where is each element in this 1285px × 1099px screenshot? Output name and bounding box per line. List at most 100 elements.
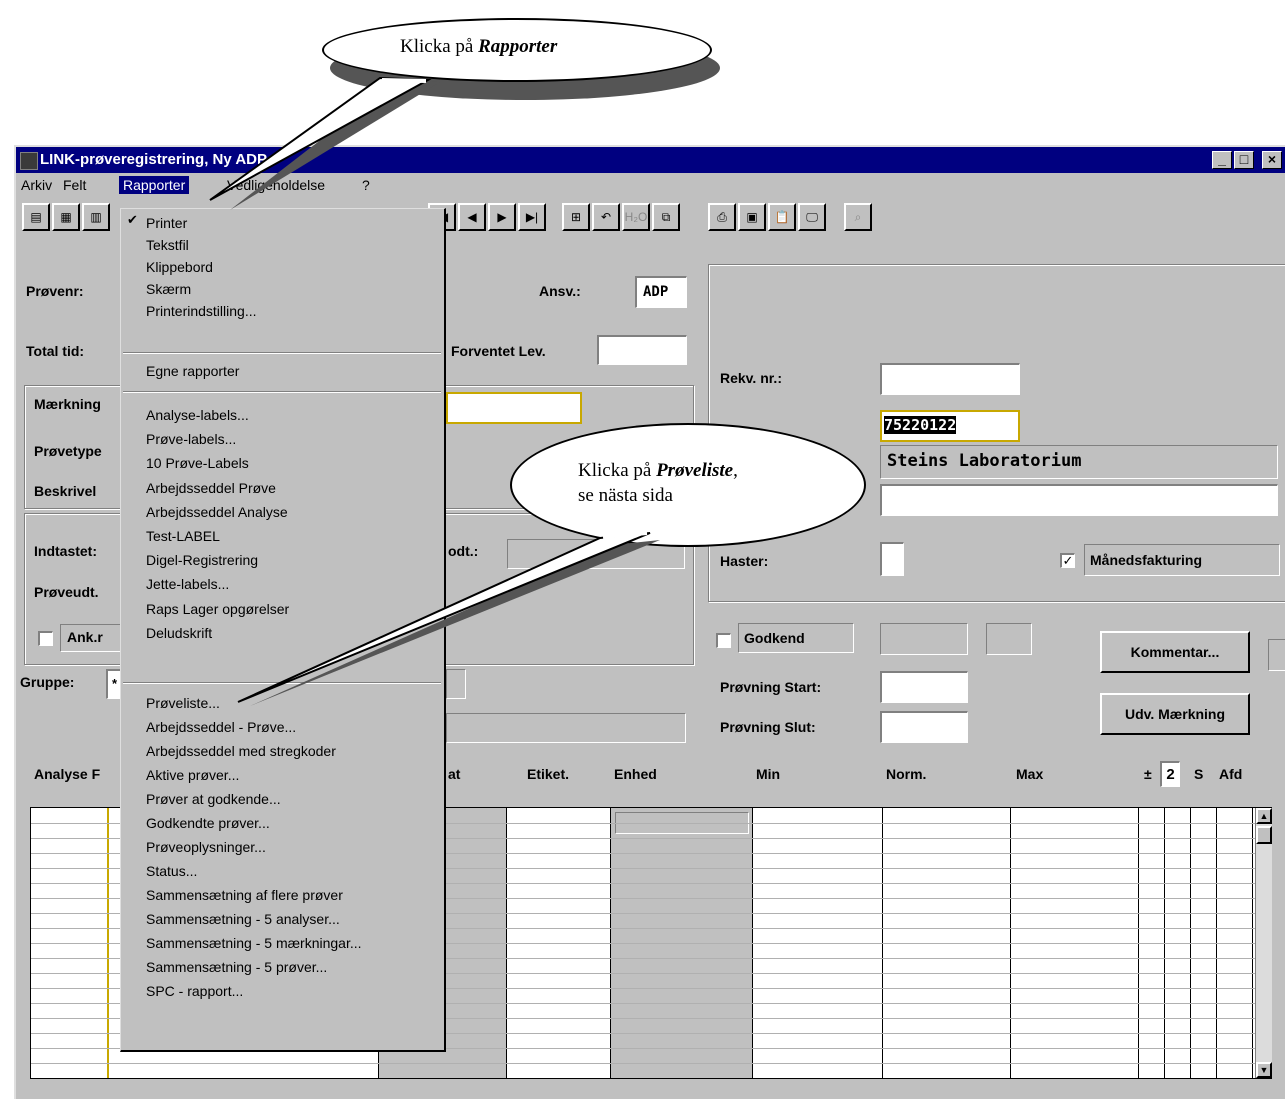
manedsfakturing-checkbox[interactable]: ✓ (1060, 553, 1075, 568)
ansv-label: Ansv.: (539, 283, 581, 299)
menu-separator (123, 352, 441, 354)
scroll-up-icon[interactable]: ▲ (1256, 808, 1272, 824)
save-icon[interactable]: ▣ (738, 203, 766, 231)
menu-item-group2-0[interactable]: Egne rapporter (146, 361, 239, 381)
menu-item-group3-8[interactable]: Raps Lager opgørelser (146, 599, 289, 619)
ansv-field[interactable]: ADP (635, 276, 687, 308)
menu-item-group3-4[interactable]: Arbejdsseddel Analyse (146, 502, 288, 522)
indtastet-label: Indtastet: (34, 543, 97, 559)
app-icon (20, 152, 38, 170)
col-norm: Norm. (886, 766, 927, 782)
menu-item-group3-3[interactable]: Arbejdsseddel Prøve (146, 478, 276, 498)
menu-item-group4-10[interactable]: Sammensætning - 5 mærkningar... (146, 933, 362, 953)
udv-maerkning-button[interactable]: Udv. Mærkning (1100, 693, 1250, 735)
col-at: at (448, 766, 461, 782)
menu-item-group1-4[interactable]: Printerindstilling... (146, 301, 257, 321)
next-record-icon[interactable]: ▶ (488, 203, 516, 231)
callout-mid-text: Klicka på Prøveliste, se nästa sida (578, 460, 738, 506)
minimize-icon[interactable]: _ (1212, 151, 1232, 169)
col-analyse: Analyse F (34, 766, 101, 782)
menu-item-group4-9[interactable]: Sammensætning - 5 analyser... (146, 909, 340, 929)
extra-field[interactable] (880, 484, 1278, 516)
menu-item-group1-0[interactable]: Printer (146, 213, 187, 233)
search-icon[interactable]: ⌕ (844, 203, 872, 231)
last-record-icon[interactable]: ▶| (518, 203, 546, 231)
menu-item-group4-4[interactable]: Prøver at godkende... (146, 789, 281, 809)
window-title: LINK-prøveregistrering, Ny ADP (40, 151, 267, 168)
menu-help[interactable]: ? (358, 176, 374, 194)
maerkning-label: Mærkning (34, 396, 101, 412)
undo-icon[interactable]: ↶ (592, 203, 620, 231)
col-s: S (1194, 766, 1204, 782)
forventet-field[interactable] (597, 335, 687, 365)
menu-rapporter[interactable]: Rapporter (119, 176, 190, 194)
menu-item-group3-6[interactable]: Digel-Registrering (146, 550, 258, 570)
ankr-label: Ank.r (67, 629, 103, 645)
proveudt-label: Prøveudt. (34, 584, 99, 600)
provning-start-label: Prøvning Start: (720, 679, 822, 695)
menu-item-group1-1[interactable]: Tekstfil (146, 235, 189, 255)
kommentar-button[interactable]: Kommentar... (1100, 631, 1250, 673)
rekv-field[interactable] (880, 363, 1020, 395)
h2o-icon[interactable]: H₂O (622, 203, 650, 231)
calendar-icon[interactable]: ▦ (52, 203, 80, 231)
menu-item-group3-1[interactable]: Prøve-labels... (146, 429, 236, 449)
prev-record-icon[interactable]: ◀ (458, 203, 486, 231)
beskrivelse-label: Beskrivel (34, 483, 97, 499)
scroll-thumb[interactable] (1256, 826, 1272, 844)
callout-top-text: Klicka på Rapporter (400, 36, 558, 57)
maerkning-field[interactable] (446, 392, 582, 424)
scroll-down-icon[interactable]: ▼ (1256, 1062, 1272, 1078)
forventet-label: Forventet Lev. (451, 343, 546, 359)
rekv-label: Rekv. nr.: (720, 370, 782, 386)
menu-item-group4-11[interactable]: Sammensætning - 5 prøver... (146, 957, 327, 977)
menu-item-group4-8[interactable]: Sammensætning af flere prøver (146, 885, 343, 905)
menu-vedligeholdelse[interactable]: Vedligeholdelse (223, 176, 329, 194)
menu-item-group4-2[interactable]: Arbejdsseddel med stregkoder (146, 741, 336, 761)
provetype-label: Prøvetype (34, 443, 102, 459)
col-etiket: Etiket. (527, 766, 570, 782)
menu-item-group3-0[interactable]: Analyse-labels... (146, 405, 249, 425)
screen-icon[interactable]: 🖵 (798, 203, 826, 231)
menu-item-group3-2[interactable]: 10 Prøve-Labels (146, 453, 249, 473)
menu-item-group4-7[interactable]: Status... (146, 861, 197, 881)
copy-record-icon[interactable]: ⧉ (652, 203, 680, 231)
menu-item-group4-6[interactable]: Prøveoplysninger... (146, 837, 266, 857)
menu-item-group4-5[interactable]: Godkendte prøver... (146, 813, 270, 833)
ankr-checkbox[interactable] (38, 631, 53, 646)
provning-slut-field[interactable] (880, 711, 968, 743)
godkend-field-1 (880, 623, 968, 655)
menu-bar: Arkiv Felt Rapporter Vedligeholdelse ? (16, 173, 1285, 197)
lab-field: Steins Laboratorium (880, 445, 1278, 479)
number-field[interactable]: 75220122 (880, 410, 1020, 442)
menu-item-group4-1[interactable]: Arbejdsseddel - Prøve... (146, 717, 296, 737)
godkend-label: Godkend (744, 630, 805, 646)
spin-field[interactable]: 2 (1160, 761, 1180, 787)
number-value: 75220122 (884, 416, 957, 434)
clipboard-icon[interactable]: 📋 (768, 203, 796, 231)
menu-separator (123, 391, 441, 393)
menu-item-group3-9[interactable]: Deludskrift (146, 623, 212, 643)
menu-item-group3-5[interactable]: Test-LABEL (146, 526, 220, 546)
haster-field[interactable] (880, 542, 904, 576)
print-icon[interactable]: ⎙ (708, 203, 736, 231)
menu-item-group3-7[interactable]: Jette-labels... (146, 574, 229, 594)
scrollbar[interactable]: ▲ ▼ (1255, 808, 1272, 1078)
menu-item-group4-3[interactable]: Aktive prøver... (146, 765, 239, 785)
menu-felt[interactable]: Felt (59, 176, 90, 194)
list-view-icon[interactable]: ▥ (82, 203, 110, 231)
menu-arkiv[interactable]: Arkiv (17, 176, 56, 194)
menu-item-group1-3[interactable]: Skærm (146, 279, 191, 299)
rapporter-dropdown: ✔ Printer Tekstfil Klippebord Skærm Printeri… (120, 208, 446, 1052)
menu-item-group1-2[interactable]: Klippebord (146, 257, 213, 277)
provning-start-field[interactable] (880, 671, 968, 703)
new-record-icon[interactable]: ⊞ (562, 203, 590, 231)
col-pm: ± (1144, 766, 1152, 782)
close-icon[interactable]: × (1262, 151, 1282, 169)
menu-item-group4-0[interactable]: Prøveliste... (146, 693, 220, 713)
menu-item-group4-12[interactable]: SPC - rapport... (146, 981, 243, 1001)
godkend-checkbox[interactable] (716, 633, 731, 648)
form-view-icon[interactable]: ▤ (22, 203, 50, 231)
maximize-icon[interactable]: □ (1234, 151, 1254, 169)
provning-slut-label: Prøvning Slut: (720, 719, 816, 735)
